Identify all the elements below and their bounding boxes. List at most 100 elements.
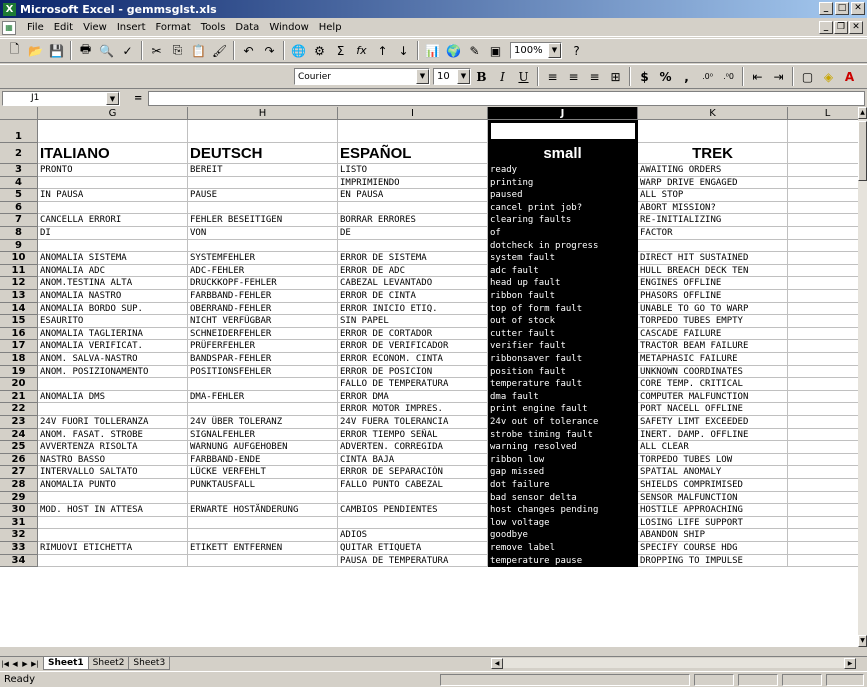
table-cell[interactable]: SCHNEIDERFEHLER [188, 327, 338, 341]
table-cell[interactable]: ABORT MISSION? [638, 201, 788, 215]
table-cell[interactable] [188, 378, 338, 391]
web-toolbar-icon[interactable]: ⚙ [309, 41, 330, 60]
table-cell[interactable]: 24V FUORI TOLLERANZA [38, 416, 188, 429]
table-cell[interactable]: 24v out of tolerance [488, 416, 638, 429]
menu-view[interactable]: View [78, 22, 112, 33]
row-header[interactable]: 10 [0, 252, 38, 265]
table-cell[interactable]: LOSING LIFE SUPPORT [638, 516, 788, 530]
spelling-icon[interactable]: ✓ [117, 41, 138, 60]
table-cell[interactable] [788, 189, 858, 202]
table-cell[interactable]: SAFETY LIMT EXCEEDED [638, 416, 788, 429]
row-header[interactable]: 14 [0, 302, 38, 316]
row-header[interactable]: 5 [0, 189, 38, 202]
scroll-up-icon[interactable]: ▲ [858, 107, 867, 119]
chevron-down-icon[interactable]: ▼ [457, 69, 470, 84]
table-cell[interactable]: SIGNALFEHLER [188, 428, 338, 442]
table-cell[interactable] [338, 120, 488, 143]
row-header[interactable]: 21 [0, 390, 38, 404]
excel-icon[interactable]: X [3, 2, 16, 16]
row-header[interactable]: 32 [0, 529, 38, 542]
row-header[interactable]: 7 [0, 214, 38, 227]
italic-button[interactable]: I [492, 67, 513, 86]
table-cell[interactable] [788, 454, 858, 467]
table-cell[interactable]: dotcheck in progress [488, 239, 638, 253]
scroll-left-icon[interactable]: ◀ [491, 658, 503, 669]
table-cell[interactable]: ribbon low [488, 453, 638, 467]
table-cell[interactable]: ANOMALIA ADC [38, 264, 188, 278]
table-cell[interactable]: ESAURITO [38, 315, 188, 328]
row-header[interactable]: 25 [0, 441, 38, 454]
borders-icon[interactable]: ▢ [797, 67, 818, 86]
row-header[interactable]: 34 [0, 554, 38, 568]
table-cell[interactable]: DIRECT HIT SUSTAINED [638, 252, 788, 265]
table-cell[interactable]: ANOMALIA DMS [38, 390, 188, 404]
table-cell[interactable]: QUITAR ETIQUETA [338, 542, 488, 555]
table-cell[interactable]: SYSTEMFEHLER [188, 252, 338, 265]
table-cell[interactable]: adc fault [488, 264, 638, 278]
table-cell[interactable]: LISTO [338, 164, 488, 177]
table-cell[interactable] [788, 416, 858, 429]
format-painter-icon[interactable]: 🖌 [209, 41, 230, 60]
font-color-icon[interactable]: A [839, 67, 860, 86]
table-cell[interactable]: remove label [488, 542, 638, 555]
column-title[interactable]: TREK [638, 143, 788, 164]
table-cell[interactable] [188, 120, 338, 143]
row-header[interactable]: 1 [0, 120, 38, 143]
function-icon[interactable]: fx [351, 41, 372, 60]
table-cell[interactable]: FARBBAND-ENDE [188, 453, 338, 467]
table-cell[interactable]: DMA-FEHLER [188, 390, 338, 404]
table-cell[interactable]: COMPUTER MALFUNCTION [638, 390, 788, 404]
table-cell[interactable]: TORPEDO TUBES LOW [638, 453, 788, 467]
table-cell[interactable] [788, 466, 858, 479]
help-icon[interactable]: ? [566, 41, 587, 60]
table-cell[interactable] [788, 120, 858, 143]
table-cell[interactable]: AWAITING ORDERS [638, 164, 788, 177]
map-icon[interactable]: 🌍 [443, 41, 464, 60]
tab-sheet2[interactable]: Sheet2 [87, 657, 130, 670]
table-cell[interactable]: DI [38, 227, 188, 240]
table-cell[interactable] [788, 265, 858, 278]
table-cell[interactable]: PRÜFERFEHLER [188, 340, 338, 353]
table-cell[interactable]: BORRAR ERRORES [338, 214, 488, 227]
table-cell[interactable]: cutter fault [488, 327, 638, 341]
doc-restore-button[interactable]: ❐ [834, 21, 848, 34]
maximize-button[interactable]: □ [835, 2, 849, 15]
table-cell[interactable] [788, 391, 858, 404]
menu-help[interactable]: Help [314, 22, 347, 33]
row-header[interactable]: 8 [0, 227, 38, 240]
table-cell[interactable] [188, 554, 338, 568]
redo-icon[interactable]: ↷ [259, 41, 280, 60]
table-cell[interactable]: PUNKTAUSFALL [188, 479, 338, 492]
table-cell[interactable] [188, 239, 338, 253]
column-header-i[interactable]: I [338, 107, 488, 120]
first-sheet-icon[interactable]: |◀ [0, 658, 10, 670]
paste-icon[interactable]: 📋 [188, 41, 209, 60]
table-cell[interactable]: SENSOR MALFUNCTION [638, 491, 788, 505]
table-cell[interactable] [788, 328, 858, 341]
table-cell[interactable] [338, 516, 488, 530]
fill-color-icon[interactable]: ◈ [818, 67, 839, 86]
merge-center-icon[interactable]: ⊞ [605, 67, 626, 86]
table-cell[interactable]: FACTOR [638, 227, 788, 240]
table-cell[interactable]: paused [488, 189, 638, 202]
table-cell[interactable]: AVVERTENZA RISOLTA [38, 441, 188, 454]
table-cell[interactable] [38, 201, 188, 215]
table-cell[interactable]: METAPHASIC FAILURE [638, 353, 788, 366]
menu-tools[interactable]: Tools [196, 22, 231, 33]
table-cell[interactable] [638, 120, 788, 143]
table-cell[interactable]: CORE TEMP. CRITICAL [638, 378, 788, 391]
table-cell[interactable] [788, 353, 858, 366]
table-cell[interactable] [788, 214, 858, 227]
column-header-g[interactable]: G [38, 107, 188, 120]
row-header[interactable]: 2 [0, 143, 38, 164]
table-cell[interactable]: ANOMALIA VERIFICAT. [38, 340, 188, 353]
row-header[interactable]: 22 [0, 403, 38, 416]
table-cell[interactable]: ANOMALIA TAGLIERINA [38, 327, 188, 341]
menu-file[interactable]: File [22, 22, 49, 33]
table-cell[interactable]: ERROR DE POSICION [338, 365, 488, 379]
currency-button[interactable]: $ [634, 67, 655, 86]
table-cell[interactable]: BEREIT [188, 164, 338, 177]
table-cell[interactable]: dma fault [488, 390, 638, 404]
table-cell[interactable] [188, 201, 338, 215]
table-cell[interactable]: ERROR DE ADC [338, 264, 488, 278]
